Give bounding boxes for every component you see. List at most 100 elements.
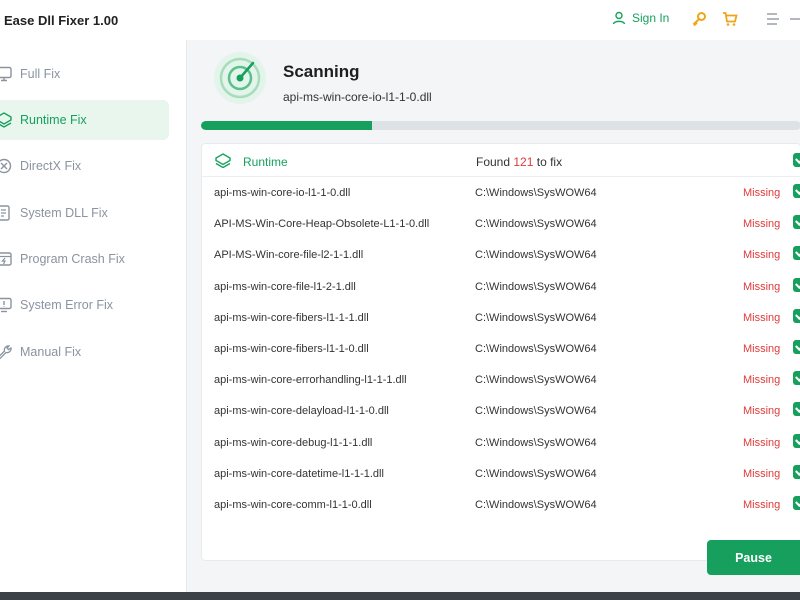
category-label: Runtime: [243, 155, 288, 169]
radar-icon: [214, 52, 266, 104]
taskbar-strip: [0, 592, 800, 600]
sidebar-item-label: System DLL Fix: [20, 206, 108, 220]
dll-name: api-ms-win-core-file-l1-2-1.dll: [214, 280, 356, 293]
row-checkbox[interactable]: [793, 433, 800, 448]
dll-path: C:\Windows\SysWOW64: [475, 280, 597, 293]
table-row: API-MS-Win-Core-Heap-Obsolete-L1-1-0.dll…: [202, 209, 800, 240]
runtime-icon: [0, 112, 12, 128]
status-badge: Missing: [743, 187, 781, 199]
sidebar-item-full-fix[interactable]: Full Fix: [0, 54, 169, 94]
dll-path: C:\Windows\SysWOW64: [475, 436, 597, 449]
title-bar: Ease Dll Fixer 1.00 Sign In: [0, 0, 800, 40]
sidebar-item-system-error-fix[interactable]: System Error Fix: [0, 285, 169, 325]
dll-path: C:\Windows\SysWOW64: [475, 187, 597, 199]
dll-path: C:\Windows\SysWOW64: [475, 374, 597, 387]
monitor-icon: [0, 66, 12, 82]
crash-icon: [0, 252, 12, 266]
row-checkbox[interactable]: [793, 371, 800, 386]
status-badge: Missing: [743, 436, 781, 449]
status-badge: Missing: [743, 467, 781, 480]
dll-path: C:\Windows\SysWOW64: [475, 249, 597, 262]
status-badge: Missing: [743, 374, 781, 387]
dll-path: C:\Windows\SysWOW64: [475, 499, 597, 511]
status-badge: Missing: [743, 249, 781, 262]
sign-in-button[interactable]: Sign In: [612, 11, 669, 25]
scan-title: Scanning: [283, 62, 360, 81]
dll-path: C:\Windows\SysWOW64: [475, 467, 597, 480]
menu-icon[interactable]: [766, 11, 780, 32]
table-row: api-ms-win-core-comm-l1-1-0.dll C:\Window…: [202, 490, 800, 521]
dll-path: C:\Windows\SysWOW64: [475, 405, 597, 418]
status-badge: Missing: [743, 311, 781, 324]
results-header: Runtime Found 121 to fix: [202, 144, 800, 177]
found-count: 121: [513, 155, 534, 169]
dll-name: API-MS-Win-Core-Heap-Obsolete-L1-1-0.dll: [214, 218, 430, 231]
error-icon: [0, 297, 12, 313]
row-checkbox[interactable]: [793, 246, 800, 261]
sign-in-label: Sign In: [632, 11, 670, 25]
runtime-icon: [215, 153, 231, 168]
key-icon[interactable]: [691, 11, 707, 32]
status-badge: Missing: [743, 343, 781, 355]
found-suffix: to fix: [536, 155, 563, 169]
table-row: api-ms-win-core-delayload-l1-1-0.dll C:\W…: [202, 396, 800, 427]
table-row: api-ms-win-core-file-l1-2-1.dll C:\Window…: [202, 272, 800, 303]
dll-name: api-ms-win-core-io-l1-1-0.dll: [214, 187, 351, 199]
sidebar-item-label: Manual Fix: [20, 345, 82, 359]
table-row: api-ms-win-core-fibers-l1-1-0.dll C:\Wind…: [202, 334, 800, 365]
row-checkbox[interactable]: [793, 215, 800, 230]
row-checkbox[interactable]: [793, 184, 800, 198]
sidebar-item-label: DirectX Fix: [20, 159, 82, 173]
sidebar-item-label: System Error Fix: [20, 298, 114, 312]
table-row: api-ms-win-core-errorhandling-l1-1-1.dll…: [202, 365, 800, 396]
table-row: API-MS-Win-core-file-l2-1-1.dll C:\Window…: [202, 240, 800, 271]
row-checkbox[interactable]: [793, 402, 800, 417]
row-checkbox[interactable]: [793, 496, 800, 510]
cart-icon[interactable]: [722, 11, 738, 32]
user-icon: [612, 11, 626, 25]
minimize-icon[interactable]: [790, 11, 800, 32]
select-all-checkbox[interactable]: [793, 153, 800, 167]
found-summary: Found 121 to fix: [476, 155, 562, 169]
dll-path: C:\Windows\SysWOW64: [475, 343, 597, 355]
table-row: api-ms-win-core-io-l1-1-0.dll C:\Windows\…: [202, 178, 800, 209]
scan-progress-bar: [201, 121, 800, 130]
table-row: api-ms-win-core-fibers-l1-1-1.dll C:\Wind…: [202, 303, 800, 334]
dll-name: api-ms-win-core-fibers-l1-1-1.dll: [214, 311, 369, 324]
status-badge: Missing: [743, 499, 781, 511]
sidebar-item-system-dll-fix[interactable]: System DLL Fix: [0, 193, 169, 233]
sidebar: Full Fix Runtime Fix DirectX Fix System …: [0, 40, 187, 592]
sidebar-item-manual-fix[interactable]: Manual Fix: [0, 332, 169, 372]
dll-path: C:\Windows\SysWOW64: [475, 218, 597, 231]
scan-current-file: api-ms-win-core-io-l1-1-0.dll: [283, 90, 432, 104]
sidebar-item-label: Full Fix: [20, 67, 61, 81]
app-title: Ease Dll Fixer 1.00: [4, 13, 119, 28]
dll-icon: [0, 205, 10, 221]
wrench-icon: [0, 345, 12, 360]
dll-name: api-ms-win-core-datetime-l1-1-1.dll: [214, 467, 384, 480]
table-row: api-ms-win-core-datetime-l1-1-1.dll C:\Wi…: [202, 459, 800, 490]
status-badge: Missing: [743, 280, 781, 293]
found-prefix: Found: [476, 155, 511, 169]
row-checkbox[interactable]: [793, 464, 800, 479]
dll-name: API-MS-Win-core-file-l2-1-1.dll: [214, 249, 364, 262]
results-panel: Runtime Found 121 to fix api-ms-win-core…: [201, 143, 800, 561]
status-badge: Missing: [743, 218, 781, 231]
sidebar-item-label: Runtime Fix: [20, 113, 87, 127]
dll-name: api-ms-win-core-comm-l1-1-0.dll: [214, 499, 372, 511]
pause-button[interactable]: Pause: [707, 540, 800, 575]
dll-name: api-ms-win-core-delayload-l1-1-0.dll: [214, 405, 389, 418]
sidebar-item-program-crash-fix[interactable]: Program Crash Fix: [0, 239, 169, 279]
sidebar-item-label: Program Crash Fix: [20, 252, 125, 266]
dll-path: C:\Windows\SysWOW64: [475, 311, 597, 324]
status-badge: Missing: [743, 405, 781, 418]
row-checkbox[interactable]: [793, 277, 800, 292]
dll-name: api-ms-win-core-debug-l1-1-1.dll: [214, 436, 373, 449]
row-checkbox[interactable]: [793, 308, 800, 323]
main-content: Scanning api-ms-win-core-io-l1-1-0.dll R…: [188, 40, 800, 592]
row-checkbox[interactable]: [793, 340, 800, 354]
table-row: api-ms-win-core-debug-l1-1-1.dll C:\Windo…: [202, 428, 800, 459]
dll-name: api-ms-win-core-fibers-l1-1-0.dll: [214, 343, 369, 355]
sidebar-item-directx-fix[interactable]: DirectX Fix: [0, 146, 169, 186]
sidebar-item-runtime-fix[interactable]: Runtime Fix: [0, 100, 169, 140]
